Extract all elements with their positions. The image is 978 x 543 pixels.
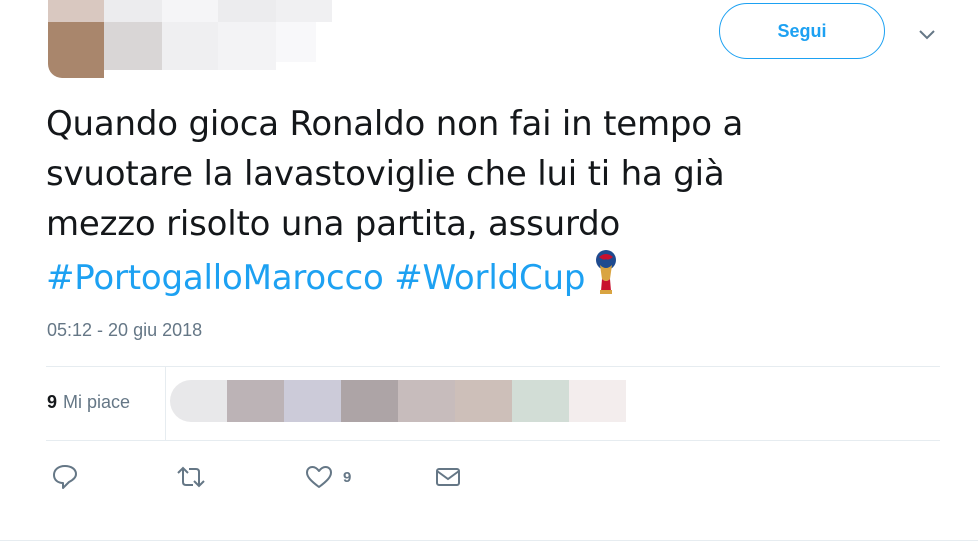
tweet-line: mezzo risolto una partita, assurdo xyxy=(46,204,621,244)
message-button[interactable] xyxy=(434,463,462,491)
censored-block xyxy=(218,22,276,70)
censored-block xyxy=(48,0,104,22)
censored-avatar xyxy=(569,380,626,422)
censored-block xyxy=(162,0,218,22)
likes-stat[interactable]: 9 Mi piace xyxy=(47,392,130,413)
liker-avatars xyxy=(170,380,626,422)
tweet-actions: 9 xyxy=(0,463,978,497)
divider xyxy=(165,366,166,440)
tweet-timestamp[interactable]: 05:12 - 20 giu 2018 xyxy=(47,320,202,341)
censored-block xyxy=(218,0,276,22)
censored-avatar xyxy=(170,380,227,422)
tweet-line: Quando gioca Ronaldo non fai in tempo a xyxy=(46,104,744,144)
hashtag-link[interactable]: #WorldCup xyxy=(394,258,585,298)
censored-avatar xyxy=(227,380,284,422)
like-button[interactable]: 9 xyxy=(305,463,351,491)
likes-label: Mi piace xyxy=(63,392,131,412)
tweet-line: svuotare la lavastoviglie che lui ti ha … xyxy=(46,154,725,194)
censored-block xyxy=(276,0,332,22)
hashtag-line: #PortogalloMarocco #WorldCup xyxy=(46,249,926,309)
like-count: 9 xyxy=(343,468,352,486)
censored-block xyxy=(104,0,162,22)
avatar xyxy=(48,22,104,78)
likes-count: 9 xyxy=(47,392,58,412)
like-icon xyxy=(305,463,333,491)
divider xyxy=(46,440,940,441)
divider xyxy=(46,366,940,367)
censored-avatar xyxy=(398,380,455,422)
follow-button[interactable]: Segui xyxy=(719,3,885,59)
message-icon xyxy=(434,463,462,491)
censored-avatar xyxy=(341,380,398,422)
censored-block xyxy=(104,22,162,70)
retweet-icon xyxy=(175,463,207,491)
tweet-text: Quando gioca Ronaldo non fai in tempo a … xyxy=(46,99,926,309)
censored-avatar xyxy=(455,380,512,422)
caret-down-icon[interactable] xyxy=(916,26,938,42)
censored-avatar xyxy=(284,380,341,422)
censored-block xyxy=(276,22,316,62)
censored-block xyxy=(162,22,218,70)
retweet-button[interactable] xyxy=(175,463,207,491)
divider xyxy=(0,540,978,541)
reply-button[interactable] xyxy=(52,463,78,491)
reply-icon xyxy=(52,463,78,491)
trophy-emoji-icon xyxy=(593,249,619,309)
censored-avatar xyxy=(512,380,569,422)
hashtag-link[interactable]: #PortogalloMarocco xyxy=(46,258,384,298)
